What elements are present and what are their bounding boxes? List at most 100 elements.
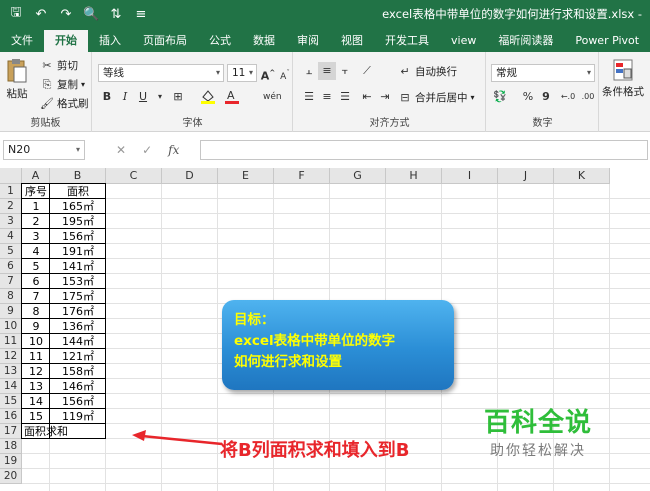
row-header[interactable]: 6 bbox=[0, 259, 22, 274]
column-header[interactable]: H bbox=[386, 168, 442, 184]
tab-3[interactable]: 页面布局 bbox=[132, 30, 198, 52]
fill-color-icon[interactable] bbox=[199, 88, 217, 106]
row-header[interactable]: 9 bbox=[0, 304, 22, 319]
column-header[interactable]: C bbox=[106, 168, 162, 184]
formula-input[interactable] bbox=[200, 140, 648, 160]
align-top-icon[interactable]: ⫠ bbox=[300, 62, 318, 80]
tab-7[interactable]: 视图 bbox=[330, 30, 374, 52]
cell-border bbox=[49, 363, 106, 379]
select-all-corner[interactable] bbox=[0, 168, 22, 184]
row-header[interactable]: 19 bbox=[0, 454, 22, 469]
bold-button[interactable]: B bbox=[98, 88, 116, 106]
cell-border bbox=[21, 228, 50, 244]
row-header[interactable]: 11 bbox=[0, 334, 22, 349]
tab-10[interactable]: 福昕阅读器 bbox=[487, 30, 564, 52]
formula-buttons: ✕ ✓ fx bbox=[110, 140, 200, 160]
tab-4[interactable]: 公式 bbox=[198, 30, 242, 52]
number-format-combo[interactable]: 常规 ▾ bbox=[491, 64, 595, 82]
decrease-decimal-icon[interactable]: .00 bbox=[579, 88, 597, 106]
tab-5[interactable]: 数据 bbox=[242, 30, 286, 52]
column-header[interactable]: E bbox=[218, 168, 274, 184]
column-header[interactable]: I bbox=[442, 168, 498, 184]
insert-function-icon[interactable]: fx bbox=[168, 143, 179, 157]
merge-center-button[interactable]: ⊟ 合并后居中 ▾ bbox=[398, 90, 474, 105]
row-header[interactable]: 18 bbox=[0, 439, 22, 454]
cut-button[interactable]: ✂ 剪切 bbox=[40, 58, 78, 73]
italic-button[interactable]: I bbox=[116, 88, 134, 106]
wrap-text-button[interactable]: ↵ 自动换行 bbox=[398, 64, 457, 79]
column-header[interactable]: B bbox=[50, 168, 106, 184]
print-preview-icon[interactable]: 🔍 bbox=[83, 7, 99, 22]
currency-icon[interactable]: 💱 bbox=[491, 88, 509, 106]
cell-border bbox=[21, 258, 50, 274]
format-painter-button[interactable]: 🖌 格式刷 bbox=[40, 96, 88, 111]
row-header[interactable]: 14 bbox=[0, 379, 22, 394]
save-icon[interactable]: 🖫 bbox=[8, 3, 24, 25]
tab-1[interactable]: 开始 bbox=[44, 30, 88, 52]
customize-icon[interactable]: ≡ bbox=[133, 7, 149, 22]
chevron-down-icon: ▾ bbox=[586, 68, 591, 77]
conditional-format-button[interactable]: 条件格式 bbox=[602, 58, 644, 99]
column-header[interactable]: K bbox=[554, 168, 610, 184]
row-header[interactable]: 16 bbox=[0, 409, 22, 424]
chevron-down-icon: ▾ bbox=[75, 145, 80, 154]
sort-icon[interactable]: ⇅ bbox=[108, 7, 124, 22]
decrease-indent-icon[interactable]: ⇤ bbox=[358, 88, 376, 106]
undo-icon[interactable]: ↶ bbox=[33, 7, 49, 22]
align-left-icon[interactable]: ☰ bbox=[300, 88, 318, 106]
row-header[interactable]: 3 bbox=[0, 214, 22, 229]
row-header[interactable]: 1 bbox=[0, 184, 22, 199]
annotation-text: 将B列面积求和填入到B bbox=[220, 440, 410, 461]
row-header[interactable]: 17 bbox=[0, 424, 22, 439]
column-header[interactable]: J bbox=[498, 168, 554, 184]
increase-decimal-icon[interactable]: ←.0 bbox=[559, 88, 577, 106]
underline-button[interactable]: U bbox=[134, 88, 152, 106]
column-header[interactable]: G bbox=[330, 168, 386, 184]
gridline bbox=[22, 228, 650, 229]
grow-font-button[interactable]: A^ bbox=[259, 64, 277, 83]
row-header[interactable]: 7 bbox=[0, 274, 22, 289]
tab-9[interactable]: view bbox=[440, 30, 487, 52]
row-header[interactable]: 20 bbox=[0, 469, 22, 484]
tab-2[interactable]: 插入 bbox=[88, 30, 132, 52]
number-label: 数字 bbox=[532, 118, 553, 129]
increase-indent-icon[interactable]: ⇥ bbox=[376, 88, 394, 106]
row-header[interactable]: 15 bbox=[0, 394, 22, 409]
column-header[interactable]: A bbox=[22, 168, 50, 184]
align-center-icon[interactable]: ≡ bbox=[318, 88, 336, 106]
font-color-icon[interactable]: A bbox=[223, 88, 241, 106]
row-header[interactable]: 12 bbox=[0, 349, 22, 364]
row-header[interactable]: 10 bbox=[0, 319, 22, 334]
tab-6[interactable]: 审阅 bbox=[286, 30, 330, 52]
paste-button[interactable]: 粘贴 bbox=[6, 58, 28, 101]
percent-button[interactable]: % bbox=[519, 88, 537, 106]
row-header[interactable]: 5 bbox=[0, 244, 22, 259]
font-name-combo[interactable]: 等线 ▾ bbox=[98, 64, 224, 82]
row-header[interactable]: 2 bbox=[0, 199, 22, 214]
scissors-icon: ✂ bbox=[42, 58, 52, 72]
align-middle-icon[interactable]: ≡ bbox=[318, 62, 336, 80]
borders-icon[interactable]: ⊞ bbox=[169, 88, 187, 106]
tab-8[interactable]: 开发工具 bbox=[374, 30, 440, 52]
wrap-icon: ↵ bbox=[400, 64, 410, 78]
redo-icon[interactable]: ↷ bbox=[58, 7, 74, 22]
shrink-font-button[interactable]: Aˇ bbox=[276, 64, 294, 82]
font-size-combo[interactable]: 11 ▾ bbox=[227, 64, 257, 82]
row-header[interactable]: 8 bbox=[0, 289, 22, 304]
phonetic-icon[interactable]: wén bbox=[263, 88, 282, 106]
chevron-down-icon[interactable]: ▾ bbox=[151, 88, 169, 106]
row-header[interactable]: 13 bbox=[0, 364, 22, 379]
align-bottom-icon[interactable]: ⫟ bbox=[336, 62, 354, 80]
align-right-icon[interactable]: ☰ bbox=[336, 88, 354, 106]
column-header[interactable]: F bbox=[274, 168, 330, 184]
copy-button[interactable]: ⎘ 复制 ▾ bbox=[40, 77, 85, 92]
tab-0[interactable]: 文件 bbox=[0, 30, 44, 52]
comma-button[interactable]: 9 bbox=[537, 88, 555, 106]
cancel-icon[interactable]: ✕ bbox=[116, 143, 126, 157]
enter-icon[interactable]: ✓ bbox=[142, 143, 152, 157]
column-header[interactable]: D bbox=[162, 168, 218, 184]
orientation-icon[interactable]: ⟋ bbox=[358, 62, 376, 80]
row-header[interactable]: 4 bbox=[0, 229, 22, 244]
tab-11[interactable]: Power Pivot bbox=[564, 30, 650, 52]
name-box[interactable]: N20 ▾ bbox=[3, 140, 85, 160]
